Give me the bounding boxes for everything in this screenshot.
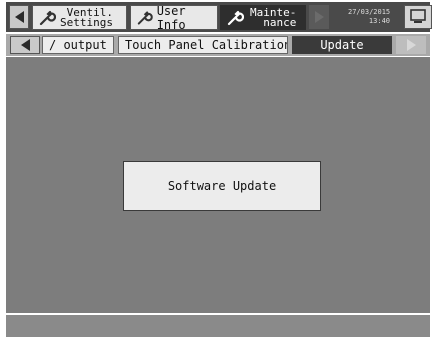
software-update-label: Software Update [167, 179, 277, 193]
subtab-touch-panel-calibration[interactable]: Touch Panel Calibration [118, 36, 288, 54]
tab-label-ventilation: Ventil. Settings [60, 7, 113, 29]
subtab-label: / output [49, 38, 107, 52]
arrow-right-icon [406, 39, 416, 51]
tab-user-info[interactable]: User Info [130, 3, 218, 32]
tab-ventilation-settings[interactable]: Ventil. Settings [32, 5, 127, 30]
wrench-icon [227, 10, 244, 25]
monitor-icon [410, 9, 426, 23]
software-update-button[interactable]: Software Update [123, 161, 321, 211]
tab-scroll-right-button[interactable] [309, 5, 329, 29]
wrench-icon [39, 10, 56, 25]
tab-label-maintenance: Mainte- nance [250, 7, 297, 29]
sub-tab-bar: / output Touch Panel Calibration Update [6, 34, 430, 56]
time-text: 13:40 [368, 17, 390, 25]
tab-label-line2: nance [263, 15, 297, 29]
arrow-left-icon [14, 11, 24, 23]
subtab-update[interactable]: Update [292, 36, 392, 54]
subtab-label: Touch Panel Calibration [125, 38, 288, 52]
monitor-button[interactable] [404, 5, 432, 29]
tab-label-user-info: User Info [156, 3, 186, 32]
main-panel: Software Update [6, 57, 430, 313]
top-bar: Ventil. Settings User Info Mainte- nance… [6, 2, 432, 32]
subtab-output[interactable]: / output [42, 36, 114, 54]
tab-maintenance[interactable]: Mainte- nance [220, 5, 306, 30]
subtab-label: Update [320, 38, 364, 52]
tab-label-line2: Settings [60, 15, 113, 29]
arrow-left-icon [20, 39, 30, 51]
subtab-scroll-right-button[interactable] [396, 36, 426, 54]
datetime-display: 27/03/2015 13:40 [348, 8, 390, 26]
subtab-scroll-left-button[interactable] [10, 36, 40, 54]
footer-bar [6, 315, 430, 337]
screen: Ventil. Settings User Info Mainte- nance… [0, 0, 436, 347]
date-text: 27/03/2015 [348, 8, 391, 16]
tab-scroll-left-button[interactable] [9, 5, 29, 29]
wrench-icon [137, 10, 153, 25]
arrow-right-icon [314, 11, 324, 23]
